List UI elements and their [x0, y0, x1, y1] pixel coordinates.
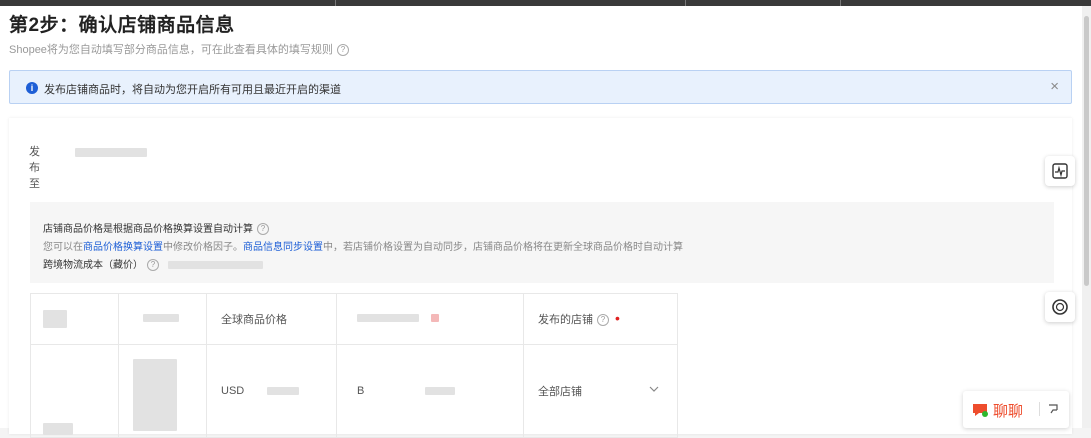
- redacted-header: [143, 314, 179, 322]
- info-line-2: 您可以在商品价格换算设置中修改价格因子。商品信息同步设置中，若店铺价格设置为自动…: [43, 238, 683, 253]
- close-icon[interactable]: ×: [1050, 78, 1059, 95]
- help-icon[interactable]: ?: [597, 314, 609, 327]
- product-price-table: 全球商品价格 发布的店铺? • USD B 全部店铺: [30, 293, 678, 438]
- notice-message: 发布店铺商品时，将自动为您开启所有可用且最近开启的渠道: [44, 84, 341, 96]
- chat-widget[interactable]: 聊聊: [963, 391, 1069, 428]
- table-row: USD B 全部店铺: [30, 344, 678, 438]
- price-conversion-settings-link[interactable]: 商品价格换算设置: [83, 242, 163, 253]
- subtitle-text: Shopee将为您自动填写部分商品信息，可在此查看具体的填写规则: [9, 44, 333, 56]
- page-subtitle: Shopee将为您自动填写部分商品信息，可在此查看具体的填写规则?: [9, 41, 349, 57]
- notice-banner: i 发布店铺商品时，将自动为您开启所有可用且最近开启的渠道 ×: [9, 70, 1072, 104]
- logistics-cost-label: 跨境物流成本（藏价）: [43, 260, 143, 271]
- table-header-row: 全球商品价格 发布的店铺? •: [30, 293, 678, 345]
- header-cell: [118, 293, 207, 345]
- global-price-header: 全球商品价格: [221, 314, 287, 326]
- main-panel: 第2步：确认店铺商品信息 Shopee将为您自动填写部分商品信息，可在此查看具体…: [0, 6, 1082, 438]
- chat-label: 聊聊: [993, 403, 1024, 420]
- header-global-price: 全球商品价格: [206, 293, 337, 345]
- product-sync-settings-link[interactable]: 商品信息同步设置: [243, 242, 323, 253]
- currency-label: USD: [221, 385, 245, 397]
- page-scrollbar[interactable]: [1082, 6, 1091, 428]
- header-shops: 发布的店铺? •: [523, 293, 678, 345]
- redacted-flag: [431, 314, 439, 322]
- info-line-1-text: 店铺商品价格是根据商品价格换算设置自动计算: [43, 224, 253, 235]
- row-local-price[interactable]: B: [336, 344, 524, 438]
- row-cell: [30, 344, 119, 438]
- info-line-2-post: 中，若店铺价格设置为自动同步，店铺商品价格将在更新全球商品价格时自动计算: [323, 242, 683, 253]
- logistics-cost-redacted: [167, 261, 263, 270]
- row-global-price: USD: [206, 344, 337, 438]
- chevron-down-icon: [649, 383, 659, 395]
- info-line-1: 店铺商品价格是根据商品价格换算设置自动计算?: [43, 220, 269, 236]
- local-currency-prefix: B: [357, 385, 365, 397]
- redacted-price: [267, 387, 300, 396]
- info-line-3: 跨境物流成本（藏价）?: [43, 256, 263, 272]
- redacted-thumbnail: [133, 359, 177, 431]
- redacted-header: [43, 310, 67, 328]
- pulse-chart-icon: [1051, 163, 1069, 184]
- support-button[interactable]: [1045, 292, 1075, 322]
- header-cell: [30, 293, 119, 345]
- page-title: 第2步：确认店铺商品信息: [9, 15, 235, 36]
- info-line-2-pre: 您可以在: [43, 242, 83, 253]
- price-info-box: 店铺商品价格是根据商品价格换算设置自动计算? 您可以在商品价格换算设置中修改价格…: [30, 202, 1054, 283]
- chat-divider: [1039, 402, 1040, 416]
- info-icon: i: [26, 82, 38, 94]
- product-card: 发布至 店铺商品价格是根据商品价格换算设置自动计算? 您可以在商品价格换算设置中…: [9, 118, 1072, 438]
- monitor-button[interactable]: [1045, 156, 1075, 186]
- help-icon[interactable]: ?: [257, 223, 269, 236]
- scrollbar-thumb[interactable]: [1084, 16, 1089, 286]
- required-dot: •: [615, 310, 620, 326]
- row-cell: [118, 344, 207, 438]
- redacted-cell: [43, 423, 73, 435]
- publish-to-label: 发布至: [29, 146, 40, 190]
- headset-icon: [1050, 299, 1070, 321]
- header-cell: [336, 293, 524, 345]
- info-line-2-mid: 中修改价格因子。: [163, 242, 243, 253]
- help-icon[interactable]: ?: [336, 44, 349, 57]
- shops-header: 发布的店铺: [538, 314, 593, 326]
- redacted-header: [357, 314, 419, 322]
- shop-select-value: 全部店铺: [538, 386, 582, 398]
- redacted-local-price: [425, 387, 456, 396]
- publish-target-redacted: [75, 148, 147, 157]
- shop-select[interactable]: 全部店铺: [523, 344, 678, 438]
- help-icon[interactable]: ?: [147, 259, 159, 272]
